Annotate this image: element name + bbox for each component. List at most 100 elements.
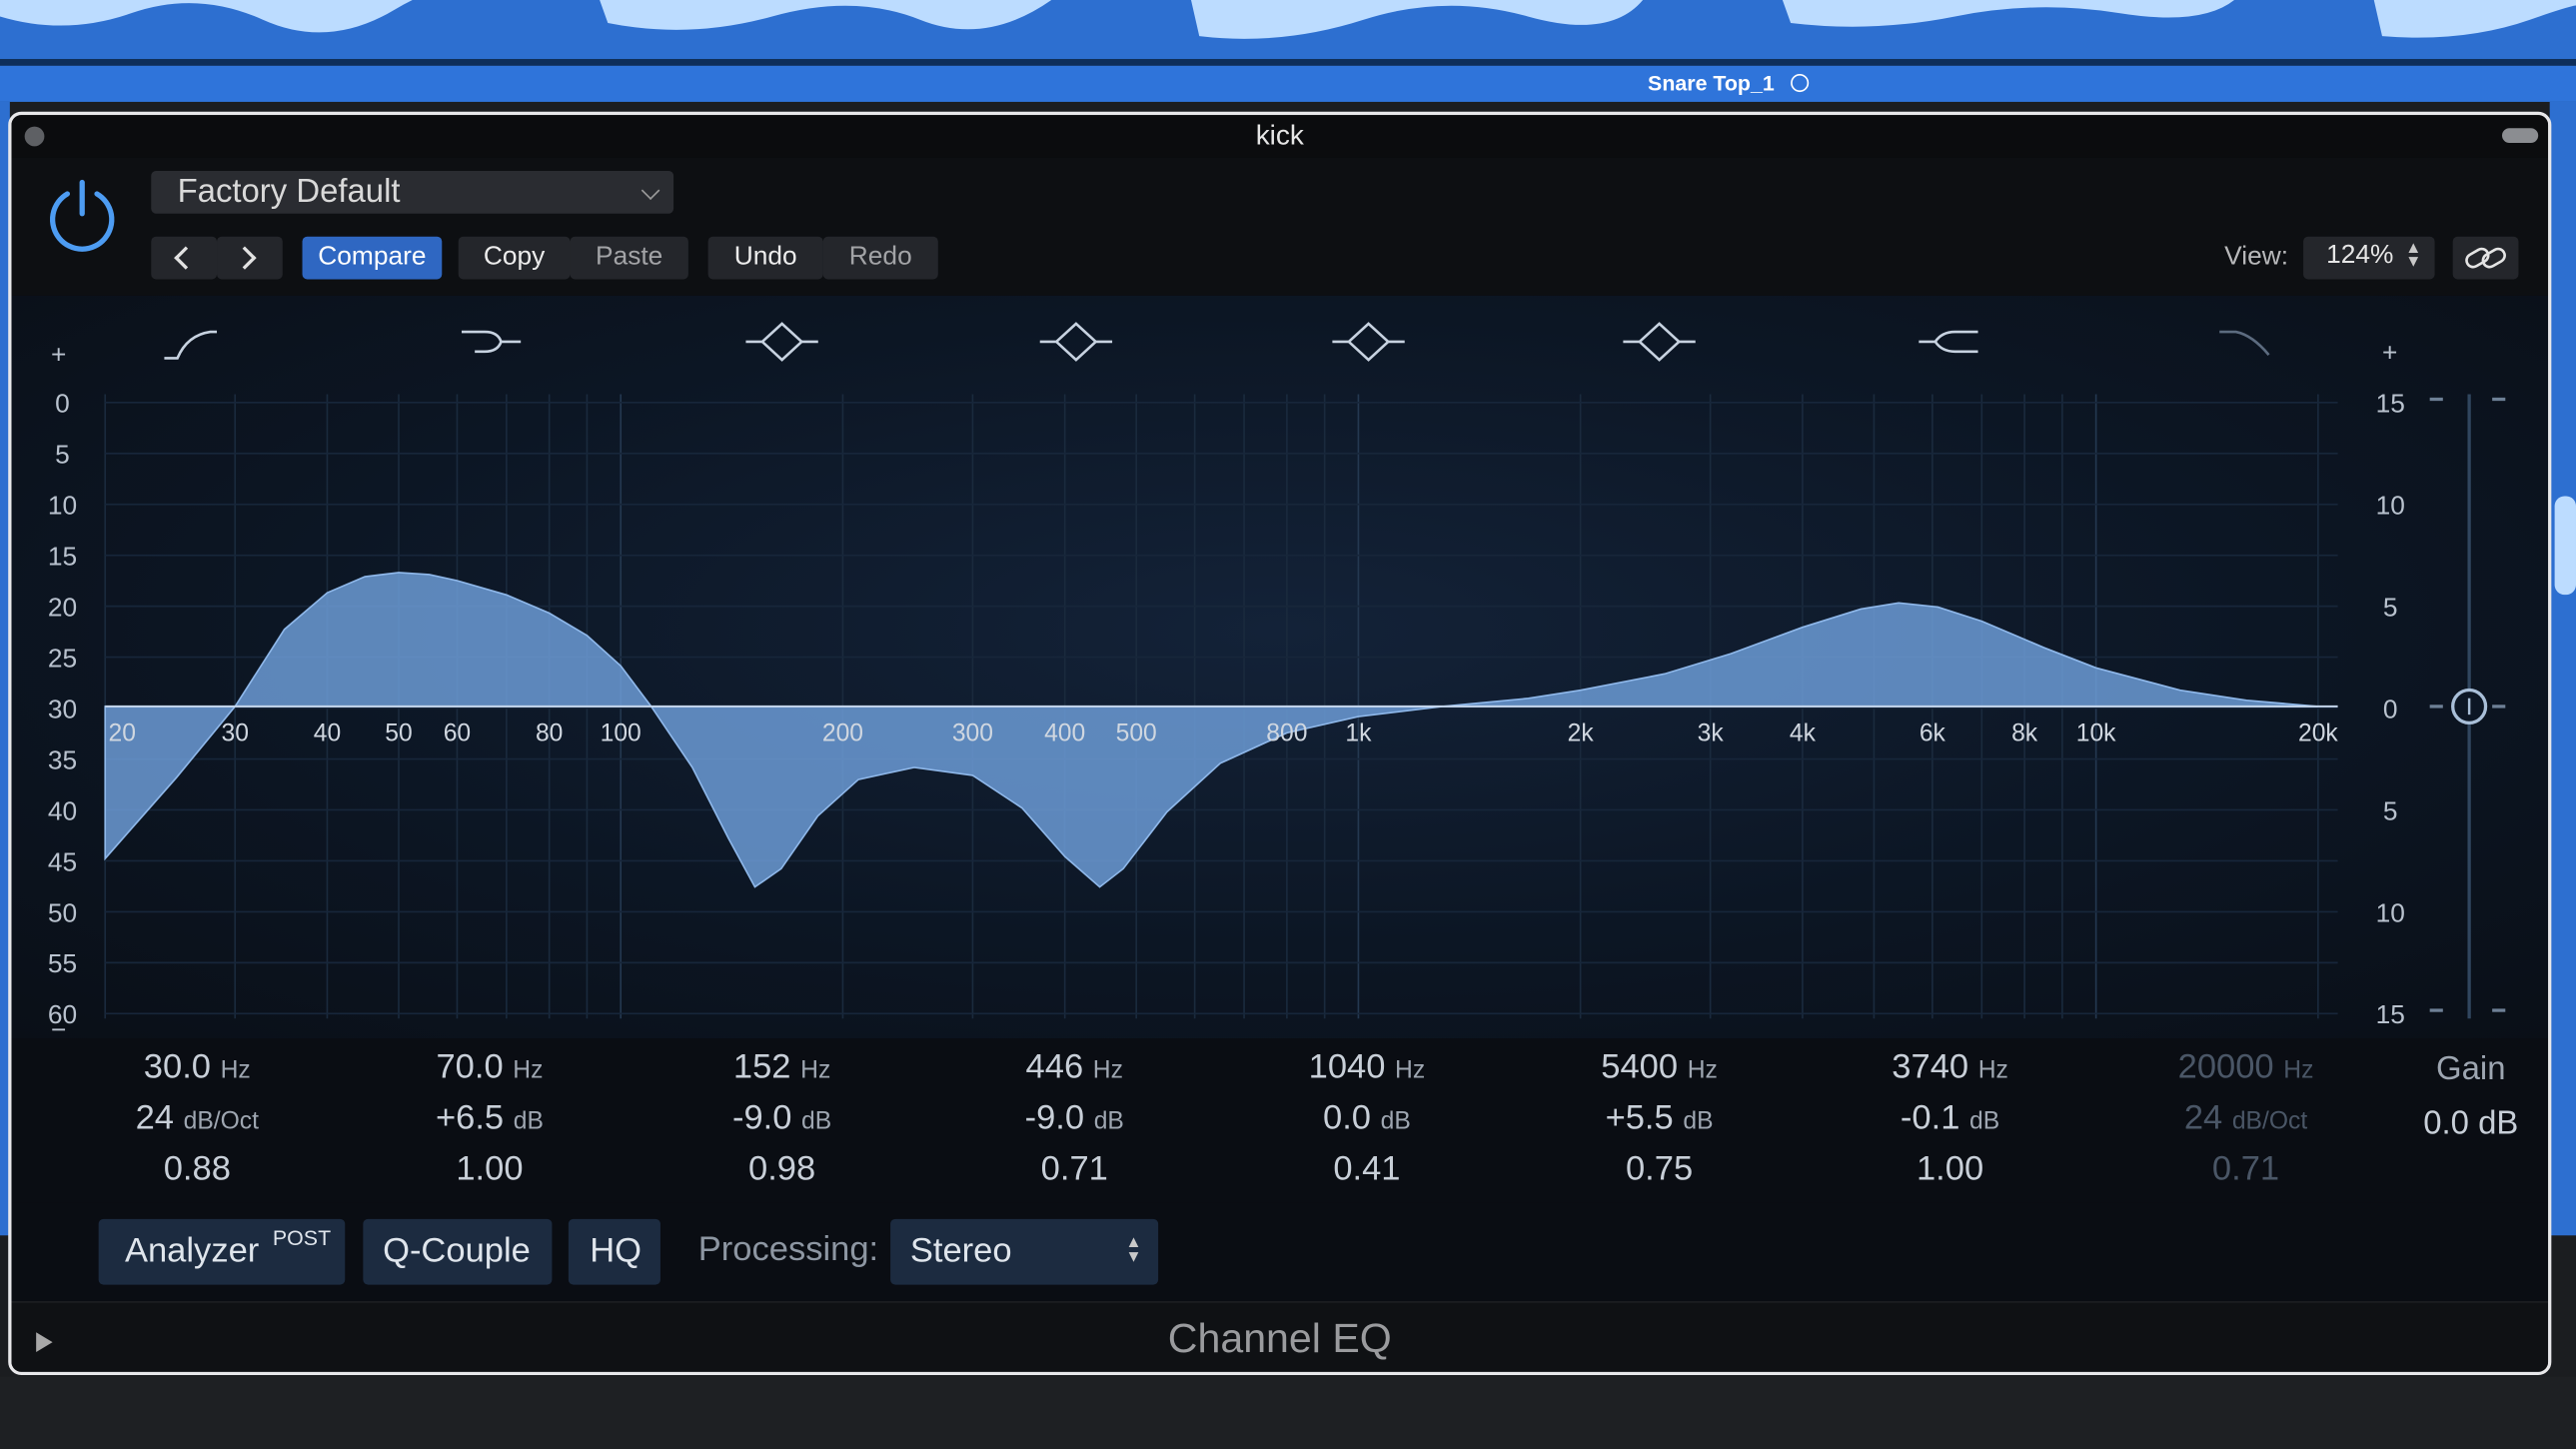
view-zoom-dropdown[interactable]: 124% ▲▼ — [2303, 237, 2435, 280]
band-q-value: 0.88 — [164, 1150, 231, 1188]
band-frequency-unit: Hz — [1395, 1056, 1425, 1084]
undo-button[interactable]: Undo — [708, 237, 823, 280]
band-2-parameters[interactable]: 70.0 Hz+6.5 dB1.00 — [367, 1048, 614, 1201]
band-6-parameters[interactable]: 5400 Hz+5.5 dB0.75 — [1536, 1048, 1783, 1201]
band-gain[interactable]: -9.0 dB — [951, 1099, 1198, 1150]
q-couple-button[interactable]: Q-Couple — [363, 1219, 552, 1285]
band-frequency[interactable]: 30.0 Hz — [74, 1048, 321, 1099]
band-q[interactable]: 0.88 — [74, 1150, 321, 1201]
high-pass-icon[interactable] — [164, 332, 217, 358]
link-button[interactable] — [2453, 237, 2519, 280]
band-frequency[interactable]: 152 Hz — [658, 1048, 905, 1099]
copy-button[interactable]: Copy — [459, 237, 571, 280]
band-q[interactable]: 0.75 — [1536, 1150, 1783, 1201]
band-8-parameters[interactable]: 20000 Hz24 dB/Oct0.71 — [2122, 1048, 2369, 1201]
band-q[interactable]: 1.00 — [1827, 1150, 2073, 1201]
low-pass-icon[interactable] — [2219, 332, 2268, 355]
band-q[interactable]: 1.00 — [367, 1150, 614, 1201]
analyzer-scale-label: 15 — [48, 542, 77, 572]
band-gain-value: -9.0 — [1025, 1099, 1084, 1137]
band-gain-unit: dB — [1969, 1107, 1999, 1135]
band-4-parameters[interactable]: 446 Hz-9.0 dB0.71 — [951, 1048, 1198, 1201]
eq-graph[interactable]: 051015202530354045505560 15105051015 203… — [12, 296, 2549, 1038]
band-q-value: 0.98 — [748, 1150, 815, 1188]
bell-icon[interactable] — [1040, 324, 1112, 360]
low-shelf-icon[interactable] — [462, 332, 521, 352]
analyzer-mode-label[interactable]: POST — [273, 1206, 331, 1272]
analyzer-scale-label: 25 — [48, 643, 77, 673]
plugin-header: Factory Default Compare Copy Paste Undo … — [12, 158, 2549, 296]
processing-dropdown[interactable]: Stereo ▲▼ — [890, 1219, 1158, 1285]
gain-scale-label: 15 — [2376, 389, 2405, 419]
band-1-parameters[interactable]: 30.0 Hz24 dB/Oct0.88 — [74, 1048, 321, 1201]
updown-arrows-icon: ▲▼ — [2405, 243, 2421, 269]
band-q[interactable]: 0.71 — [2122, 1150, 2369, 1201]
right-waveform-strip — [2550, 102, 2576, 1235]
band-q-value: 1.00 — [1917, 1150, 1983, 1188]
previous-preset-button[interactable] — [151, 237, 217, 280]
band-gain[interactable]: +5.5 dB — [1536, 1099, 1783, 1150]
band-q-value: 0.41 — [1333, 1150, 1400, 1188]
band-frequency[interactable]: 70.0 Hz — [367, 1048, 614, 1099]
link-icon — [2453, 237, 2519, 280]
analyzer-button[interactable]: Analyzer POST — [99, 1219, 346, 1285]
frequency-label: 20 — [109, 720, 136, 746]
region-name[interactable]: Snare Top_1 — [1648, 71, 1775, 96]
preset-name: Factory Default — [178, 174, 401, 212]
frequency-label: 500 — [1116, 720, 1157, 746]
analyzer-scale-label: 5 — [55, 440, 70, 470]
band-frequency[interactable]: 20000 Hz — [2122, 1048, 2369, 1099]
band-frequency-unit: Hz — [1688, 1056, 1718, 1084]
scale-plus-right[interactable]: + — [2382, 338, 2397, 368]
high-shelf-icon[interactable] — [1919, 332, 1977, 352]
scale-plus-left[interactable]: + — [51, 339, 66, 369]
master-gain[interactable]: Gain 0.0 dB — [2397, 1051, 2545, 1143]
view-label: View: — [2224, 243, 2288, 273]
region-header[interactable] — [0, 66, 2576, 102]
band-gain[interactable]: 24 dB/Oct — [2122, 1099, 2369, 1150]
loop-circle-icon[interactable] — [1791, 74, 1809, 92]
processing-label: Processing: — [698, 1230, 878, 1269]
preset-dropdown[interactable]: Factory Default — [151, 171, 673, 214]
band-frequency-unit: Hz — [800, 1056, 830, 1084]
hq-button[interactable]: HQ — [569, 1219, 660, 1285]
compare-button[interactable]: Compare — [303, 237, 443, 280]
band-q[interactable]: 0.98 — [658, 1150, 905, 1201]
eq-response-curve[interactable] — [105, 573, 2318, 887]
band-frequency[interactable]: 3740 Hz — [1827, 1048, 2073, 1099]
next-preset-button[interactable] — [217, 237, 283, 280]
paste-button[interactable]: Paste — [571, 237, 688, 280]
band-gain[interactable]: -0.1 dB — [1827, 1099, 2073, 1150]
band-3-parameters[interactable]: 152 Hz-9.0 dB0.98 — [658, 1048, 905, 1201]
band-frequency-value: 20000 — [2178, 1048, 2274, 1086]
analyzer-scale-label: 10 — [48, 491, 77, 521]
eq-graph-canvas[interactable]: 051015202530354045505560 15105051015 203… — [12, 296, 2552, 1038]
band-7-parameters[interactable]: 3740 Hz-0.1 dB1.00 — [1827, 1048, 2073, 1201]
window-collapse-icon[interactable] — [2502, 128, 2538, 143]
band-5-parameters[interactable]: 1040 Hz0.0 dB0.41 — [1244, 1048, 1491, 1201]
window-titlebar[interactable]: kick — [12, 115, 2549, 158]
frequency-label: 100 — [601, 720, 642, 746]
scale-minus-left[interactable]: − — [51, 1014, 66, 1038]
band-frequency[interactable]: 446 Hz — [951, 1048, 1198, 1099]
band-gain[interactable]: 24 dB/Oct — [74, 1099, 321, 1150]
band-q[interactable]: 0.71 — [951, 1150, 1198, 1201]
chevron-right-icon — [233, 246, 256, 269]
band-gain[interactable]: -9.0 dB — [658, 1099, 905, 1150]
bell-icon[interactable] — [745, 324, 817, 360]
band-gain-unit: dB — [1683, 1107, 1713, 1135]
band-frequency[interactable]: 5400 Hz — [1536, 1048, 1783, 1099]
power-icon[interactable] — [44, 178, 120, 254]
band-gain[interactable]: 0.0 dB — [1244, 1099, 1491, 1150]
gain-value[interactable]: 0.0 dB — [2397, 1105, 2545, 1143]
track-waveform — [0, 0, 2576, 59]
band-gain[interactable]: +6.5 dB — [367, 1099, 614, 1150]
gain-unit: dB — [2478, 1105, 2518, 1141]
redo-button[interactable]: Redo — [823, 237, 938, 280]
band-frequency[interactable]: 1040 Hz — [1244, 1048, 1491, 1099]
band-q[interactable]: 0.41 — [1244, 1150, 1491, 1201]
bell-icon[interactable] — [1623, 324, 1695, 360]
frequency-label: 6k — [1920, 720, 1946, 746]
bell-icon[interactable] — [1332, 324, 1404, 360]
gain-scale-label: 10 — [2376, 491, 2405, 521]
